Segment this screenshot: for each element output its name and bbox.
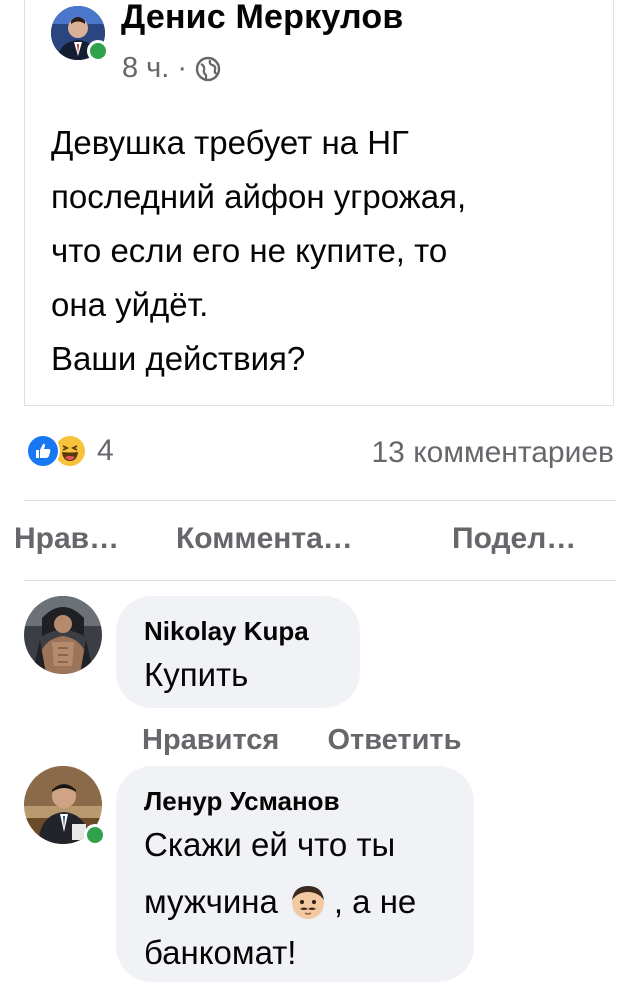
man-emoji-icon [291, 886, 324, 919]
comment-bubble-2[interactable]: Ленур Усманов Скажи ей что ты мужчина , … [116, 766, 474, 982]
post-text: Девушка требует на НГ последний айфон уг… [51, 124, 467, 377]
comment-author[interactable]: Nikolay Kupa [144, 616, 309, 647]
comment-text-part: мужчина [144, 883, 278, 920]
post-action-bar: Нрав… Коммента… Подел… [0, 500, 640, 580]
online-status-indicator [84, 824, 106, 846]
comment-author[interactable]: Ленур Усманов [144, 786, 340, 817]
avatar-image [24, 596, 102, 674]
online-status-indicator [87, 40, 109, 62]
like-icon [26, 434, 60, 468]
comments-count-link[interactable]: 13 комментариев [371, 436, 614, 470]
comment-avatar-lenur[interactable] [24, 766, 106, 846]
comment-text: Купить [144, 656, 249, 693]
post-author-name[interactable]: Денис Меркулов [121, 0, 403, 37]
reaction-count: 4 [97, 434, 114, 467]
comment-reply-button[interactable]: Ответить [327, 724, 461, 756]
divider-bottom [24, 580, 616, 581]
comment-actions-1: Нравится Ответить [142, 724, 461, 757]
meta-separator: · [177, 52, 188, 84]
post-card: Денис Меркулов 8 ч. · Девушка требует на… [24, 0, 614, 406]
reactions-summary[interactable]: 4 [26, 434, 114, 468]
person-photo-icon [24, 596, 102, 674]
post-author-avatar[interactable] [51, 6, 109, 62]
comment-avatar-nikolay[interactable] [24, 596, 102, 674]
post-meta: 8 ч. · [122, 52, 221, 85]
post-time[interactable]: 8 ч. [122, 52, 169, 85]
comment-button[interactable]: Коммента… [176, 522, 353, 556]
like-button[interactable]: Нрав… [14, 522, 119, 556]
share-button[interactable]: Подел… [452, 522, 576, 556]
comment-text-line-2: мужчина , а не [144, 882, 416, 922]
comment-like-button[interactable]: Нравится [142, 724, 279, 756]
comment-text-part: , а не [333, 883, 417, 920]
comment-text-line-3: банкомат! [144, 934, 297, 971]
globe-icon[interactable] [195, 56, 221, 82]
comment-bubble-1[interactable]: Nikolay Kupa Купить [116, 596, 360, 708]
comment-text-line-1: Скажи ей что ты [144, 826, 396, 863]
